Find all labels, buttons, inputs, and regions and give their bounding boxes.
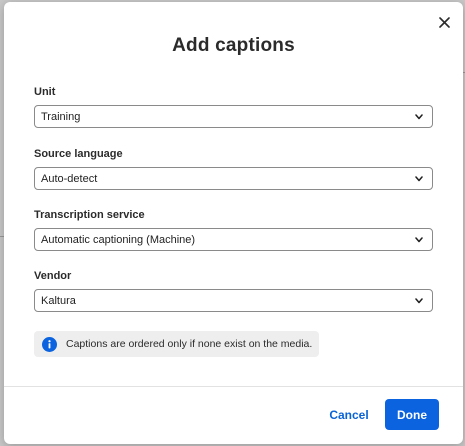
chevron-down-icon — [414, 112, 424, 122]
source-language-label: Source language — [34, 148, 123, 160]
transcription-service-select[interactable]: Automatic captioning (Machine) — [34, 228, 433, 251]
unit-select-value: Training — [41, 110, 81, 123]
source-language-select-value: Auto-detect — [41, 172, 98, 185]
vendor-select-value: Kaltura — [41, 294, 76, 307]
info-text: Captions are ordered only if none exist … — [66, 338, 313, 350]
close-button[interactable] — [434, 12, 454, 32]
footer-divider — [4, 386, 463, 387]
unit-label: Unit — [34, 86, 56, 98]
transcription-service-label: Transcription service — [34, 209, 145, 221]
chevron-down-icon — [414, 174, 424, 184]
chevron-down-icon — [414, 235, 424, 245]
done-button[interactable]: Done — [385, 399, 439, 430]
vendor-select[interactable]: Kaltura — [34, 289, 433, 312]
add-captions-dialog: Add captions Unit Training Source langua… — [4, 2, 463, 444]
chevron-down-icon — [414, 296, 424, 306]
dialog-title: Add captions — [172, 35, 295, 56]
unit-select[interactable]: Training — [34, 105, 433, 128]
info-icon — [42, 336, 57, 352]
close-icon — [438, 16, 450, 28]
vendor-label: Vendor — [34, 270, 72, 282]
cancel-button[interactable]: Cancel — [324, 400, 374, 430]
source-language-select[interactable]: Auto-detect — [34, 167, 433, 190]
transcription-service-select-value: Automatic captioning (Machine) — [41, 233, 196, 246]
info-notice: Captions are ordered only if none exist … — [34, 331, 319, 357]
